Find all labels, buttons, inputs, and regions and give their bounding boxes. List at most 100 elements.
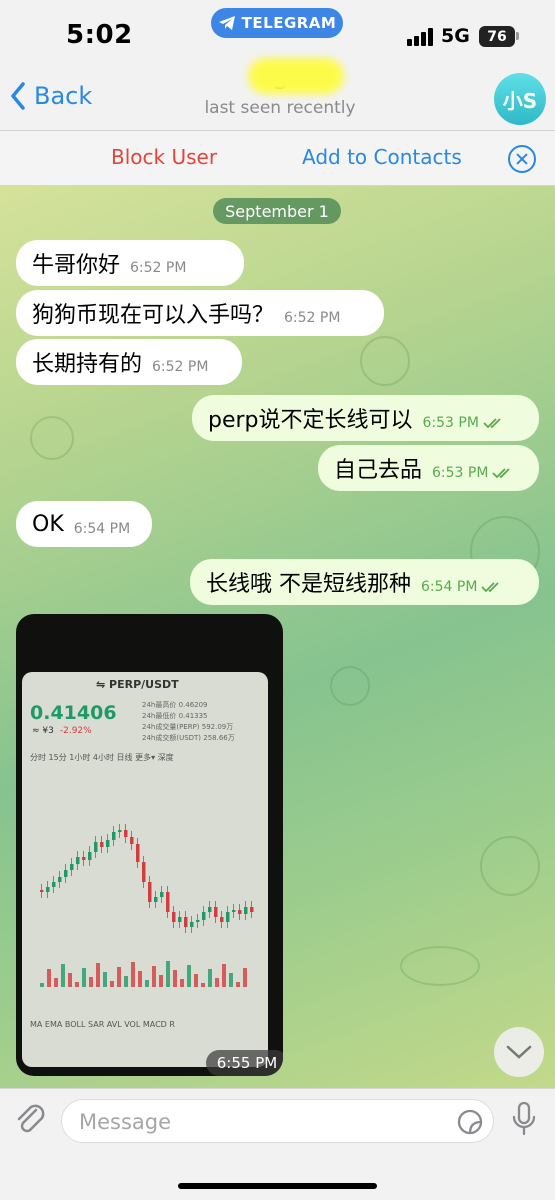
microphone-icon[interactable] bbox=[511, 1101, 537, 1137]
candle-body bbox=[184, 917, 188, 927]
message-text: 牛哥你好 bbox=[32, 253, 121, 278]
message-bubble-incoming[interactable]: OK 6:54 PM bbox=[16, 501, 152, 547]
candle-body bbox=[202, 912, 206, 920]
message-text: OK bbox=[32, 511, 64, 537]
close-icon[interactable] bbox=[508, 145, 536, 173]
background-pattern bbox=[360, 336, 410, 386]
message-bubble-incoming[interactable]: 牛哥你好 6:52 PM bbox=[16, 240, 244, 286]
volume-bar bbox=[243, 968, 247, 987]
volume-bar bbox=[201, 983, 205, 987]
candle-body bbox=[214, 907, 218, 917]
volume-bar bbox=[117, 967, 121, 987]
photo-stats: 24h最高价 0.46209 24h最低价 0.41335 24h成交量(PER… bbox=[142, 701, 235, 742]
avatar[interactable]: 小S bbox=[494, 73, 546, 125]
candle-body bbox=[100, 842, 104, 847]
candle-body bbox=[160, 892, 164, 897]
photo-candlestick-chart bbox=[40, 824, 254, 987]
message-text: 长期持有的 bbox=[32, 352, 143, 377]
photo-pair-title: ⇋ PERP/USDT bbox=[96, 678, 179, 691]
photo-change: ≈ ¥3 -2.92% bbox=[32, 726, 92, 736]
candle-body bbox=[88, 852, 92, 860]
candle-body bbox=[238, 910, 242, 914]
message-field[interactable] bbox=[61, 1099, 494, 1143]
candle-body bbox=[178, 917, 182, 922]
back-button[interactable]: Back bbox=[10, 82, 92, 110]
last-seen-status: last seen recently bbox=[204, 98, 356, 118]
message-bubble-outgoing[interactable]: 长线哦 不是短线那种 6:54 PM bbox=[190, 559, 539, 605]
block-user-button[interactable]: Block User bbox=[111, 145, 217, 169]
volume-bar bbox=[222, 964, 226, 987]
candle-body bbox=[58, 877, 62, 882]
read-checkmarks-icon bbox=[492, 468, 511, 479]
candle-body bbox=[124, 830, 128, 837]
photo-message[interactable]: ⇋ PERP/USDT 0.41406 ≈ ¥3 -2.92% 24h最高价 0.… bbox=[16, 614, 283, 1076]
candle-body bbox=[166, 892, 170, 912]
background-pattern bbox=[30, 416, 74, 460]
candle-body bbox=[130, 837, 134, 844]
candle-body bbox=[208, 907, 212, 912]
message-input[interactable] bbox=[79, 1109, 439, 1135]
network-type: 5G bbox=[441, 25, 470, 47]
message-text: 长线哦 不是短线那种 bbox=[206, 572, 411, 597]
background-pattern bbox=[330, 666, 370, 706]
volume-bar bbox=[131, 962, 135, 987]
message-bubble-outgoing[interactable]: 自己去品 6:53 PM bbox=[318, 445, 539, 491]
candle-body bbox=[226, 912, 230, 922]
sticker-icon[interactable] bbox=[456, 1108, 484, 1136]
add-to-contacts-button[interactable]: Add to Contacts bbox=[302, 145, 462, 169]
message-time: 6:53 PM bbox=[422, 415, 479, 431]
chevron-left-icon bbox=[11, 82, 25, 110]
message-bubble-outgoing[interactable]: perp说不定长线可以 6:53 PM bbox=[192, 395, 539, 441]
candle-body bbox=[136, 844, 140, 862]
message-time: 6:52 PM bbox=[130, 260, 187, 276]
candle-body bbox=[106, 840, 110, 847]
app-pill-label: TELEGRAM bbox=[241, 14, 337, 32]
candle-body bbox=[172, 912, 176, 922]
volume-bar bbox=[54, 978, 58, 987]
message-bubble-incoming[interactable]: 长期持有的 6:52 PM bbox=[16, 339, 242, 385]
read-checkmarks-icon bbox=[483, 418, 501, 429]
status-bar: 5:02 TELEGRAM 5G 76 bbox=[0, 0, 555, 60]
paperclip-icon[interactable] bbox=[14, 1102, 48, 1138]
volume-bar bbox=[236, 982, 240, 987]
candle-body bbox=[118, 830, 122, 832]
volume-bar bbox=[47, 969, 51, 987]
battery-tip bbox=[516, 32, 519, 40]
message-time: 6:52 PM bbox=[284, 310, 341, 326]
name-redaction bbox=[248, 58, 344, 94]
candle-body bbox=[70, 864, 74, 870]
candle-body bbox=[64, 870, 68, 877]
candle-body bbox=[76, 857, 80, 864]
volume-bar bbox=[110, 981, 114, 987]
candle-body bbox=[220, 917, 224, 922]
message-time: 6:54 PM bbox=[73, 521, 131, 537]
home-indicator bbox=[178, 1183, 377, 1189]
battery-icon: 76 bbox=[479, 26, 515, 47]
date-separator: September 1 bbox=[213, 198, 341, 224]
candle-body bbox=[112, 832, 116, 840]
chat-area[interactable]: September 1 牛哥你好 6:52 PM 狗狗币现在可以入手吗？ 6:5… bbox=[0, 186, 555, 1088]
volume-bar bbox=[138, 971, 142, 987]
volume-bar bbox=[152, 966, 156, 987]
volume-bar bbox=[159, 975, 163, 987]
message-bubble-incoming[interactable]: 狗狗币现在可以入手吗？ 6:52 PM bbox=[16, 290, 384, 336]
contact-action-bar: Block User Add to Contacts bbox=[0, 130, 555, 186]
candle-body bbox=[154, 897, 158, 902]
telegram-return-pill[interactable]: TELEGRAM bbox=[211, 8, 343, 38]
candle-body bbox=[46, 887, 50, 892]
volume-bar bbox=[124, 976, 128, 987]
photo-price: 0.41406 bbox=[30, 702, 117, 724]
candle-body bbox=[94, 842, 98, 852]
message-time: 6:53 PM bbox=[432, 465, 489, 481]
cellular-signal-icon bbox=[407, 28, 435, 46]
candle-body bbox=[142, 862, 146, 882]
background-pattern bbox=[480, 836, 540, 896]
message-text: perp说不定长线可以 bbox=[208, 408, 413, 433]
message-time: 6:54 PM bbox=[421, 579, 478, 595]
photo-timestamp: 6:55 PM bbox=[206, 1050, 283, 1076]
scroll-to-bottom-button[interactable] bbox=[494, 1027, 544, 1077]
photo-phone-screenshot: ⇋ PERP/USDT 0.41406 ≈ ¥3 -2.92% 24h最高价 0.… bbox=[22, 672, 268, 1067]
volume-bar bbox=[229, 973, 233, 987]
volume-bar bbox=[75, 982, 79, 987]
message-text: 狗狗币现在可以入手吗？ bbox=[32, 303, 275, 328]
